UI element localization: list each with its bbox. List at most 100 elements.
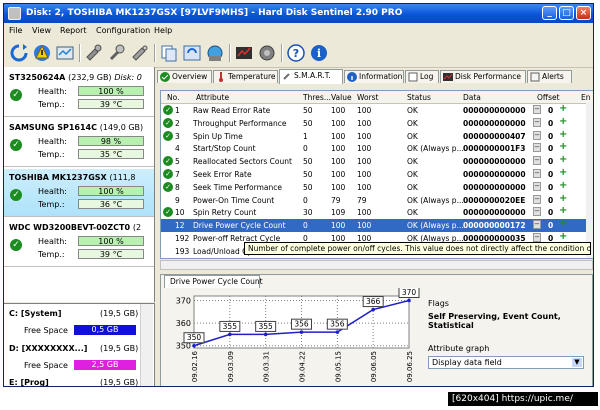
col-worst[interactable]: Worst [357,93,379,102]
tab-information[interactable]: Information [344,70,404,83]
offset-increase-button[interactable]: + [559,193,567,204]
offset-decrease-button[interactable]: − [533,143,541,153]
chevron-down-icon[interactable]: ▼ [572,358,582,367]
table-row[interactable]: ✓ 10 Spin Retry Count 30 109 100 OK 00000000000… [161,206,586,219]
cell-offset: 0 [548,221,554,231]
disk-item[interactable]: TOSHIBA MK1237GSX (111,8 ✓ Health: 100 % Te… [4,169,154,217]
offset-decrease-button[interactable]: − [533,220,541,230]
warning-icon[interactable] [32,43,52,63]
info-icon[interactable]: i [309,43,329,63]
col-value[interactable]: Value [331,93,352,102]
disk-name: TOSHIBA MK1237GSX [9,173,107,182]
sound-icon[interactable] [257,43,277,63]
tab-label: S.M.A.R.T. [294,71,331,80]
menu-help[interactable]: Help [154,26,172,35]
tab-smart[interactable]: S.M.A.R.T. [279,69,343,84]
tab-overview[interactable]: Overview [157,70,212,83]
tab-alerts[interactable]: Alerts [527,70,572,83]
check-icon: ✓ [10,239,22,251]
col-data[interactable]: Data [463,93,481,102]
offset-decrease-button[interactable]: − [533,169,541,178]
copy-icon[interactable] [159,43,179,63]
offset-decrease-button[interactable]: − [533,181,541,191]
close-button[interactable]: × [576,6,591,20]
svg-text:?: ? [293,47,299,60]
table-scrollbar[interactable] [586,103,593,258]
offset-increase-button[interactable]: + [559,129,567,140]
offset-increase-button[interactable]: + [559,180,567,191]
table-row[interactable]: 9 Power-On Time Count 0 79 79 OK (Always p...… [161,193,586,207]
help-icon[interactable]: ? [286,43,306,63]
offset-increase-button[interactable]: + [559,232,567,242]
offset-increase-button[interactable]: + [559,155,567,165]
col-attribute[interactable]: Attribute [196,93,229,102]
performance-icon[interactable] [234,43,254,63]
offset-increase-button[interactable]: + [559,104,567,114]
offset-increase-button[interactable]: + [559,206,567,216]
menu-view[interactable]: View [32,26,51,35]
table-row[interactable]: ✓ 2 Throughput Performance 50 100 100 OK 000000… [161,116,586,130]
table-row[interactable]: 12 Drive Power Cycle Count 0 100 100 OK (Alwa… [161,219,586,232]
offset-decrease-button[interactable]: − [533,130,541,140]
offset-decrease-button[interactable]: − [533,105,541,114]
toolbar-separator [154,44,156,62]
offset-decrease-button[interactable]: − [533,207,541,217]
offset-increase-button[interactable]: + [559,116,567,127]
maximize-button[interactable]: □ [559,6,574,20]
offset-increase-button[interactable]: + [559,168,567,178]
disk-item[interactable]: ST3250624A (232,9 GB) Disk: 0 ✓ Health: 100… [4,69,154,117]
offset-increase-button[interactable]: + [559,219,567,229]
offset-decrease-button[interactable]: − [533,156,541,166]
tab-disk-performance[interactable]: Disk Performance [440,70,526,83]
network-icon[interactable] [205,43,225,63]
tab-temperature[interactable]: Temperature [213,70,278,83]
table-row[interactable]: ✓ 1 Raw Read Error Rate 50 100 100 OK 000000000… [161,104,586,117]
col-enabled[interactable]: En [581,93,591,102]
table-row[interactable]: ✓ 7 Seek Error Rate 50 100 100 OK 000000000000−… [161,168,586,181]
volume-scrollbar[interactable] [140,304,153,386]
refresh-icon[interactable] [9,43,29,63]
disk-icon[interactable] [130,43,150,63]
col-no[interactable]: No. [167,93,179,102]
temp-value: 39 °C [78,249,144,259]
cell-value: 100 [331,170,346,179]
minimize-button[interactable]: _ [542,6,557,20]
disk-item[interactable]: WDC WD3200BEVT-00ZCT0 (2 ✓ Health: 100 % Te… [4,219,154,267]
menu-configuration[interactable]: Configuration [96,26,150,35]
table-row[interactable]: ✓ 8 Seek Time Performance 50 100 100 OK 0000000… [161,180,586,194]
app-icon [8,7,21,20]
cell-attribute: Seek Time Performance [193,182,282,192]
svg-text:i: i [317,47,321,60]
menu-report[interactable]: Report [60,26,87,35]
table-hscrollbar[interactable] [160,260,593,270]
title-bar[interactable]: Disk: 2, TOSHIBA MK1237GSX [97LVF9MHS] -… [4,4,593,23]
tab-label: Log [420,72,434,81]
table-row[interactable]: ✓ 5 Reallocated Sectors Count 50 100 100 OK 000… [161,155,586,168]
sync-icon[interactable] [182,43,202,63]
menu-file[interactable]: File [9,26,22,35]
col-status[interactable]: Status [407,93,431,102]
tools-icon[interactable] [107,43,127,63]
tab-log[interactable]: Log [405,70,439,83]
health-value: 100 % [78,86,144,96]
chart-tab[interactable]: Drive Power Cycle Count [164,275,263,288]
report-icon[interactable] [55,43,75,63]
health-label: Health: [38,87,67,96]
disk-item[interactable]: SAMSUNG SP1614C (149,0 GB) ✓ Health: 98 % T… [4,119,154,167]
attribute-graph-dropdown[interactable]: Display data field ▼ [428,356,584,369]
cell-no: 7 [175,170,180,179]
col-threshold[interactable]: Thres... [303,93,331,102]
table-row[interactable]: ✓ 3 Spin Up Time 1 100 100 OK 000000000407−0 + [161,129,586,143]
offset-increase-button[interactable]: + [559,142,567,152]
offset-decrease-button[interactable]: − [533,117,541,127]
offset-decrease-button[interactable]: − [533,194,541,204]
col-offset[interactable]: Offset [537,93,560,102]
offset-decrease-button[interactable]: − [533,233,541,242]
cell-data: 0000000001F3 [463,144,526,154]
table-row[interactable]: 4 Start/Stop Count 0 100 100 OK (Always p... 0… [161,142,586,155]
tab-label: Temperature [228,72,276,81]
cell-data: 000000000000 [463,157,526,167]
cell-status: OK (Always p... [407,221,464,231]
cell-worst: 100 [357,208,372,218]
settings-icon[interactable] [84,43,104,63]
